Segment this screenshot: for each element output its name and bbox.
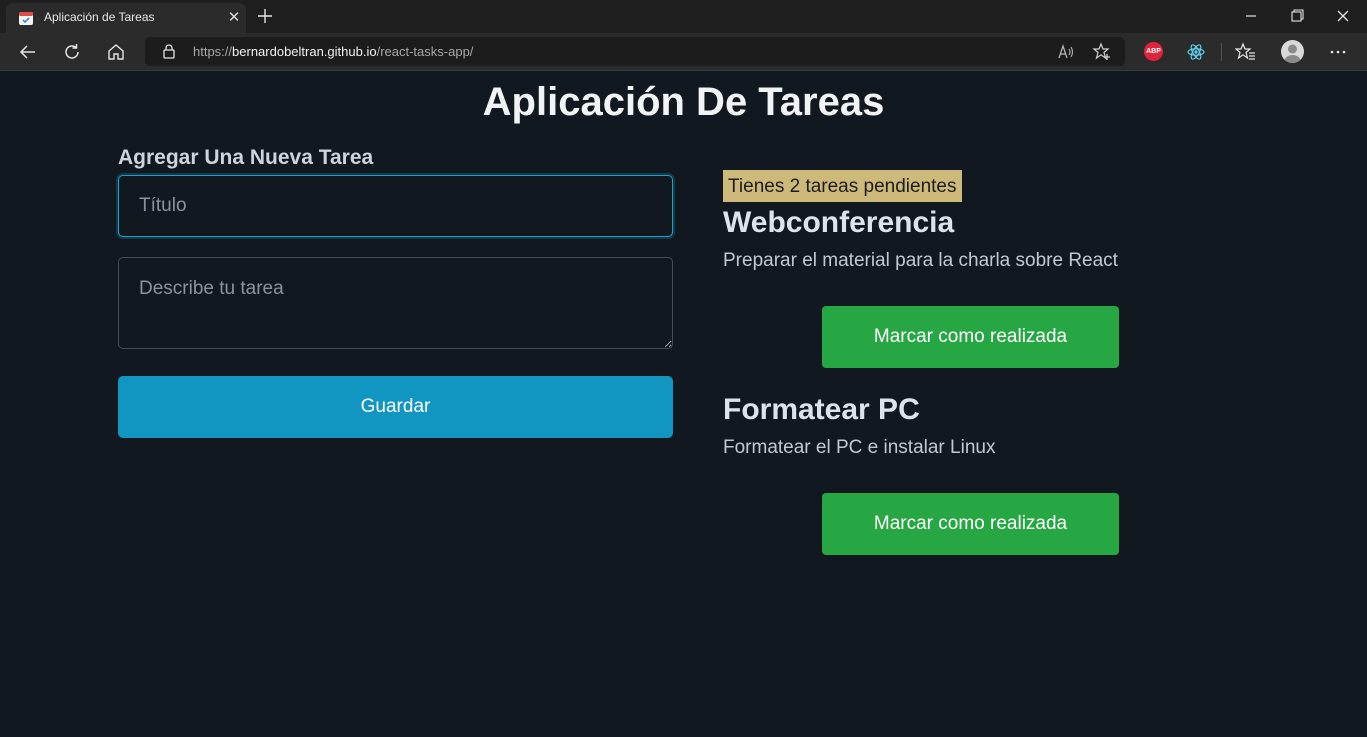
pending-count-badge: Tienes 2 tareas pendientes bbox=[723, 170, 962, 202]
window-close-icon[interactable] bbox=[1330, 4, 1356, 28]
toolbar-divider bbox=[1221, 43, 1222, 61]
minimize-icon[interactable] bbox=[1238, 4, 1264, 28]
add-favorite-icon[interactable] bbox=[1092, 42, 1112, 62]
title-input[interactable] bbox=[118, 175, 673, 237]
calendar-icon bbox=[19, 12, 33, 25]
back-arrow-icon[interactable] bbox=[17, 41, 39, 63]
adblock-plus-icon[interactable]: ABP bbox=[1144, 42, 1163, 61]
browser-tab[interactable]: Aplicación de Tareas ✕ bbox=[6, 3, 246, 33]
mark-done-button[interactable]: Marcar como realizada bbox=[822, 493, 1119, 555]
refresh-icon[interactable] bbox=[61, 41, 83, 63]
task-description: Formatear el PC e instalar Linux bbox=[723, 437, 996, 458]
url-scheme: https:// bbox=[193, 44, 233, 59]
more-options-icon[interactable] bbox=[1327, 41, 1349, 63]
favorites-icon[interactable] bbox=[1235, 41, 1257, 63]
tab-title: Aplicación de Tareas bbox=[44, 10, 155, 24]
profile-avatar[interactable] bbox=[1281, 40, 1304, 63]
read-aloud-icon[interactable] bbox=[1056, 42, 1076, 62]
description-textarea[interactable] bbox=[118, 257, 673, 349]
browser-tab-strip: Aplicación de Tareas ✕ bbox=[0, 0, 1367, 33]
react-devtools-icon[interactable] bbox=[1186, 42, 1206, 62]
task-card: Formatear PC Formatear el PC e instalar … bbox=[723, 393, 1243, 563]
url-text[interactable]: https://bernardobeltran.github.io/react-… bbox=[193, 44, 473, 59]
browser-toolbar: https://bernardobeltran.github.io/react-… bbox=[0, 33, 1367, 71]
address-bar[interactable]: https://bernardobeltran.github.io/react-… bbox=[145, 37, 1125, 66]
person-icon bbox=[1284, 44, 1301, 63]
url-path: /react-tasks-app/ bbox=[376, 44, 474, 59]
task-title: Webconferencia bbox=[723, 206, 955, 239]
tab-close-icon[interactable]: ✕ bbox=[225, 9, 243, 27]
save-button[interactable]: Guardar bbox=[118, 376, 673, 438]
task-description: Preparar el material para la charla sobr… bbox=[723, 250, 1118, 271]
mark-done-button[interactable]: Marcar como realizada bbox=[822, 306, 1119, 368]
url-host: bernardobeltran.github.io bbox=[232, 44, 377, 59]
new-task-heading: Agregar Una Nueva Tarea bbox=[118, 146, 374, 169]
task-card: Webconferencia Preparar el material para… bbox=[723, 206, 1243, 376]
page-content: Aplicación De Tareas Agregar Una Nueva T… bbox=[0, 72, 1367, 737]
restore-icon[interactable] bbox=[1284, 4, 1310, 28]
task-title: Formatear PC bbox=[723, 393, 920, 426]
page-title: Aplicación De Tareas bbox=[482, 80, 885, 124]
lock-icon[interactable] bbox=[161, 43, 177, 59]
new-tab-icon[interactable] bbox=[254, 5, 276, 27]
home-icon[interactable] bbox=[105, 41, 127, 63]
